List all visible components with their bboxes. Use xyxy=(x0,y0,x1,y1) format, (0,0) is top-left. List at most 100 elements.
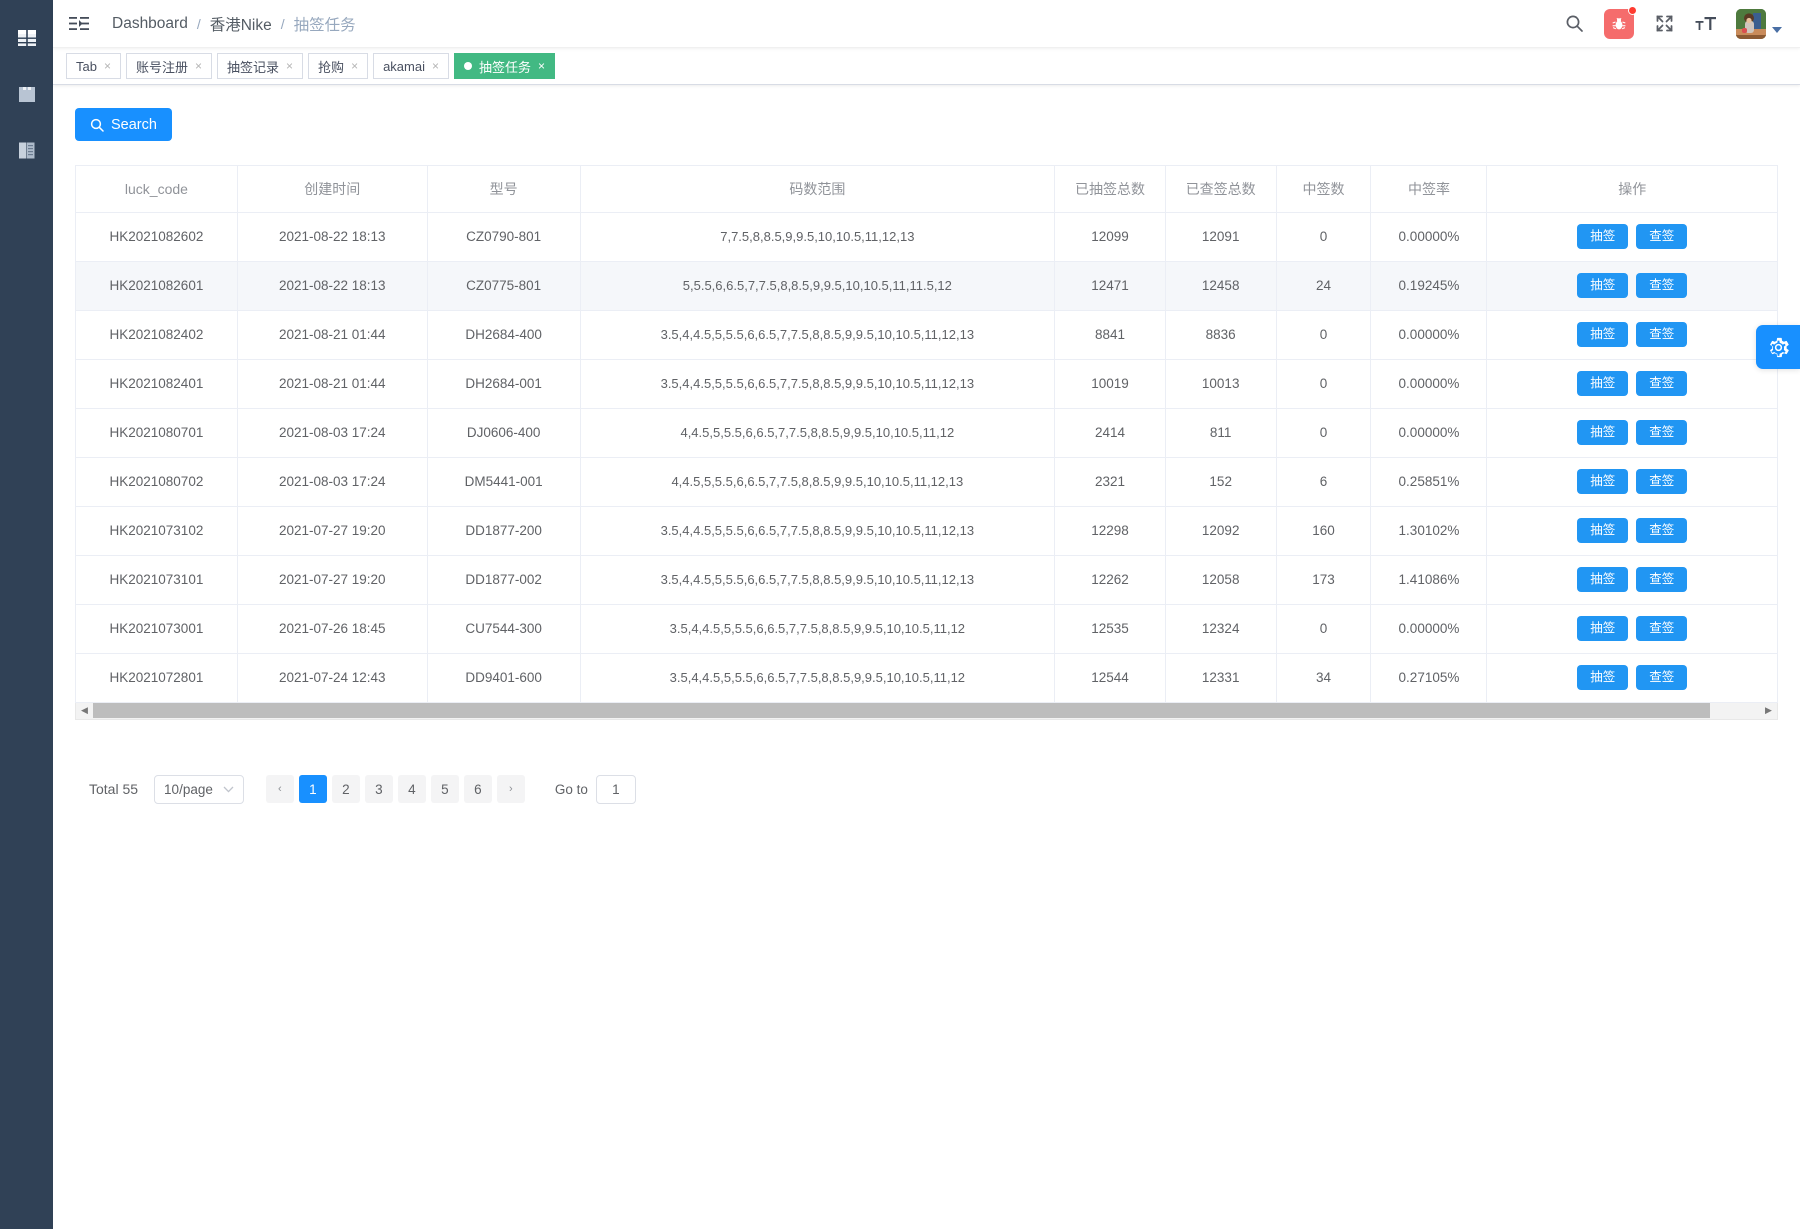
table-row[interactable]: HK2021082402 2021-08-21 01:44 DH2684-400 3.… xyxy=(76,310,1777,360)
breadcrumb-item-dashboard[interactable]: Dashboard xyxy=(112,15,188,33)
draw-lottery-button[interactable]: 抽签 xyxy=(1577,567,1629,592)
navbar-actions xyxy=(1562,5,1800,39)
table-row[interactable]: HK2021082602 2021-08-22 18:13 CZ0790-801 7,… xyxy=(76,212,1777,262)
close-icon[interactable]: × xyxy=(104,60,111,72)
cell-checked-total: 12091 xyxy=(1165,212,1277,262)
page-button-1[interactable]: 1 xyxy=(298,775,327,803)
close-icon[interactable]: × xyxy=(195,60,202,72)
lottery-tasks-table: luck_code 创建时间 型号 码数范围 已抽签总数 已查签总数 中签数 中… xyxy=(76,166,1777,703)
table-row[interactable]: HK2021073101 2021-07-27 19:20 DD1877-002 3.… xyxy=(76,555,1777,605)
draw-lottery-button[interactable]: 抽签 xyxy=(1577,665,1629,690)
cell-operations: 抽签 查签 xyxy=(1486,653,1777,703)
col-checked-total[interactable]: 已查签总数 xyxy=(1165,166,1277,213)
breadcrumb-separator: / xyxy=(196,15,201,32)
breadcrumb-item-hk-nike[interactable]: 香港Nike xyxy=(210,13,272,35)
horizontal-scrollbar[interactable]: ◀ ▶ xyxy=(75,702,1778,720)
font-size-icon[interactable] xyxy=(1694,12,1718,36)
draw-lottery-button[interactable]: 抽签 xyxy=(1577,322,1629,347)
cell-model: DD1877-200 xyxy=(427,506,581,556)
scrollbar-track[interactable] xyxy=(93,703,1760,718)
cell-size-range: 3.5,4,4.5,5,5.5,6,6.5,7,7.5,8,8.5,9,9.5,… xyxy=(580,506,1056,556)
cell-created-time: 2021-08-03 17:24 xyxy=(237,408,428,458)
sidebar-item-storage[interactable] xyxy=(0,66,53,122)
draw-lottery-button[interactable]: 抽签 xyxy=(1577,420,1629,445)
page-button-2[interactable]: 2 xyxy=(331,775,360,803)
close-icon[interactable]: × xyxy=(538,60,545,72)
user-avatar[interactable] xyxy=(1736,8,1766,39)
close-icon[interactable]: × xyxy=(432,60,439,72)
tab-item[interactable]: akamai × xyxy=(373,53,450,79)
close-icon[interactable]: × xyxy=(351,60,358,72)
page-button-3[interactable]: 3 xyxy=(364,775,393,803)
tab-item[interactable]: 账号注册 × xyxy=(125,53,213,79)
check-lottery-button[interactable]: 查签 xyxy=(1636,273,1688,298)
book-document-icon xyxy=(18,142,34,159)
tab-item[interactable]: Tab × xyxy=(66,53,121,79)
close-icon[interactable]: × xyxy=(286,60,293,72)
check-lottery-button[interactable]: 查签 xyxy=(1636,322,1688,347)
cell-operations: 抽签 查签 xyxy=(1486,212,1777,262)
next-page-button[interactable]: › xyxy=(496,775,525,803)
tab-label: 抽签任务 xyxy=(479,59,532,75)
chevron-down-icon[interactable] xyxy=(1772,26,1782,33)
cell-luck-code: HK2021082401 xyxy=(76,359,238,409)
page-button-4[interactable]: 4 xyxy=(397,775,426,803)
hamburger-menu-icon[interactable] xyxy=(66,11,92,37)
check-lottery-button[interactable]: 查签 xyxy=(1636,616,1688,641)
bug-icon[interactable] xyxy=(1604,5,1637,39)
search-icon[interactable] xyxy=(1562,12,1586,36)
fullscreen-icon[interactable] xyxy=(1652,12,1676,36)
search-button[interactable]: Search xyxy=(75,108,172,141)
cell-model: DD1877-002 xyxy=(427,555,581,605)
cell-operations: 抽签 查签 xyxy=(1486,604,1777,654)
check-lottery-button[interactable]: 查签 xyxy=(1636,665,1688,690)
check-lottery-button[interactable]: 查签 xyxy=(1636,371,1688,396)
page-button-5[interactable]: 5 xyxy=(430,775,459,803)
cell-won-count: 0 xyxy=(1276,359,1372,409)
scrollbar-thumb[interactable] xyxy=(93,703,1710,718)
draw-lottery-button[interactable]: 抽签 xyxy=(1577,469,1629,494)
page-size-select[interactable]: 10/page xyxy=(154,774,244,804)
check-lottery-button[interactable]: 查签 xyxy=(1636,469,1688,494)
col-luck-code[interactable]: luck_code xyxy=(76,166,238,213)
scroll-right-arrow-icon[interactable]: ▶ xyxy=(1760,703,1777,718)
draw-lottery-button[interactable]: 抽签 xyxy=(1577,224,1629,249)
draw-lottery-button[interactable]: 抽签 xyxy=(1577,371,1629,396)
tab-item[interactable]: 抢购 × xyxy=(308,53,369,79)
table-row[interactable]: HK2021073001 2021-07-26 18:45 CU7544-300 3.… xyxy=(76,604,1777,654)
cell-size-range: 7,7.5,8,8.5,9,9.5,10,10.5,11,12,13 xyxy=(580,212,1056,262)
table-row[interactable]: HK2021080701 2021-08-03 17:24 DJ0606-400 4,… xyxy=(76,408,1777,458)
tab-item[interactable]: 抽签记录 × xyxy=(217,53,304,79)
settings-gear-button[interactable] xyxy=(1756,325,1800,369)
tab-item-active[interactable]: 抽签任务 × xyxy=(454,53,556,79)
table-grid-icon xyxy=(17,30,36,46)
col-won-count[interactable]: 中签数 xyxy=(1276,166,1372,213)
draw-lottery-button[interactable]: 抽签 xyxy=(1577,273,1629,298)
avatar[interactable] xyxy=(1736,8,1782,39)
sidebar-item-dashboard[interactable] xyxy=(0,10,53,66)
col-size-range[interactable]: 码数范围 xyxy=(580,166,1056,213)
breadcrumb-item-current: 抽签任务 xyxy=(293,16,356,34)
check-lottery-button[interactable]: 查签 xyxy=(1636,420,1688,445)
col-win-rate[interactable]: 中签率 xyxy=(1370,166,1488,213)
page-button-6[interactable]: 6 xyxy=(463,775,492,803)
check-lottery-button[interactable]: 查签 xyxy=(1636,224,1688,249)
prev-page-button[interactable]: ‹ xyxy=(265,775,294,803)
goto-page-input[interactable] xyxy=(595,774,636,804)
table-row[interactable]: HK2021082601 2021-08-22 18:13 CZ0775-801 5,… xyxy=(76,261,1777,311)
table-row[interactable]: HK2021082401 2021-08-21 01:44 DH2684-001 3.… xyxy=(76,359,1777,409)
check-lottery-button[interactable]: 查签 xyxy=(1636,518,1688,543)
table-row[interactable]: HK2021080702 2021-08-03 17:24 DM5441-001 4,… xyxy=(76,457,1777,507)
cell-model: CU7544-300 xyxy=(427,604,581,654)
table-row[interactable]: HK2021072801 2021-07-24 12:43 DD9401-600 3.… xyxy=(76,653,1777,703)
col-drawn-total[interactable]: 已抽签总数 xyxy=(1054,166,1166,213)
scroll-left-arrow-icon[interactable]: ◀ xyxy=(76,703,93,718)
cell-size-range: 3.5,4,4.5,5,5.5,6,6.5,7,7.5,8,8.5,9,9.5,… xyxy=(580,555,1056,605)
check-lottery-button[interactable]: 查签 xyxy=(1636,567,1688,592)
sidebar-item-documents[interactable] xyxy=(0,122,53,178)
draw-lottery-button[interactable]: 抽签 xyxy=(1577,616,1629,641)
draw-lottery-button[interactable]: 抽签 xyxy=(1577,518,1629,543)
col-model[interactable]: 型号 xyxy=(427,166,581,213)
col-created-time[interactable]: 创建时间 xyxy=(237,166,428,213)
table-row[interactable]: HK2021073102 2021-07-27 19:20 DD1877-200 3.… xyxy=(76,506,1777,556)
